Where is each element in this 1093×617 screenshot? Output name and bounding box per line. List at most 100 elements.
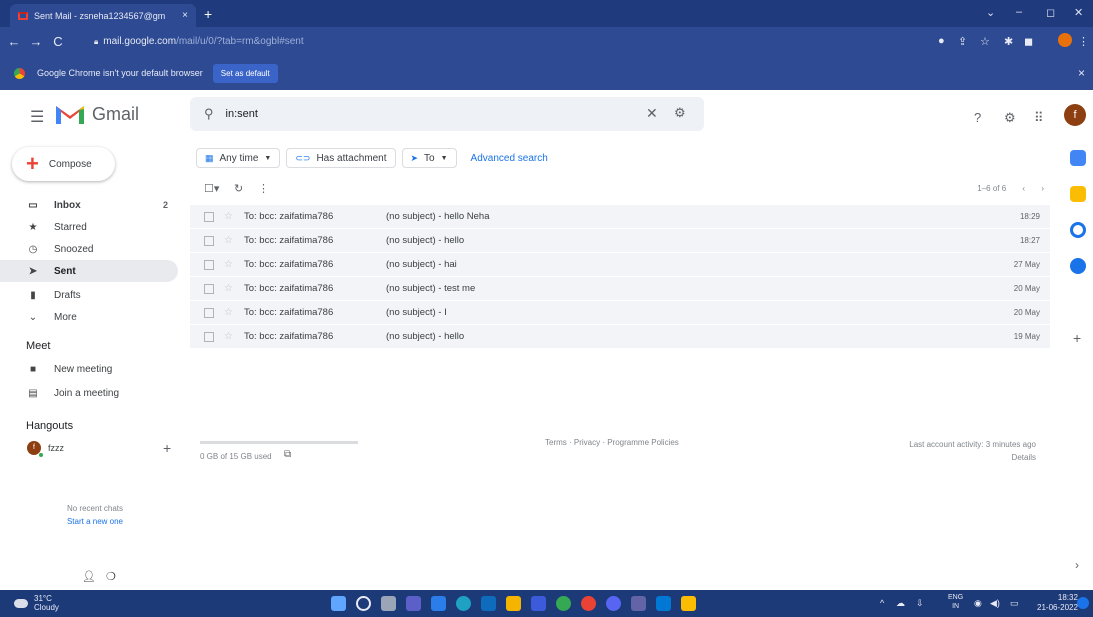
search-icon[interactable]: ⚲ <box>204 106 214 122</box>
sidebar-item-inbox[interactable]: ▭ Inbox 2 <box>0 194 178 216</box>
wifi-icon[interactable]: ◉ <box>974 598 982 609</box>
chrome-menu-icon[interactable]: ⋮ <box>1078 35 1089 48</box>
row-checkbox[interactable] <box>204 259 214 270</box>
battery-icon[interactable]: ▭ <box>1010 598 1019 609</box>
email-row[interactable]: ☆ To: bcc: zaifatima786 (no subject) - h… <box>190 325 1050 349</box>
back-button[interactable]: ← <box>6 34 22 49</box>
row-checkbox[interactable] <box>204 235 214 246</box>
start-new-chat-link[interactable]: Start a new one <box>0 517 190 526</box>
sidebar-item-starred[interactable]: ★ Starred <box>0 216 178 238</box>
settings-gear-icon[interactable]: ⚙ <box>1004 110 1016 126</box>
tab-search-icon[interactable]: ⌄ <box>986 6 995 19</box>
main-menu-icon[interactable]: ☰ <box>30 107 44 127</box>
sidebar-item-sent[interactable]: ➤ Sent <box>0 260 178 282</box>
star-toggle-icon[interactable]: ☆ <box>224 307 233 318</box>
weather-widget[interactable]: 31°C Cloudy <box>14 594 59 612</box>
account-avatar[interactable]: f <box>1064 104 1086 126</box>
minimize-button[interactable]: ‒ <box>1016 6 1022 18</box>
star-toggle-icon[interactable]: ☆ <box>224 211 233 222</box>
add-on-plus-icon[interactable]: + <box>1073 330 1081 346</box>
row-checkbox[interactable] <box>204 307 214 318</box>
edge-browser-icon[interactable] <box>456 596 471 611</box>
more-options-icon[interactable]: ⋮ <box>258 182 269 195</box>
email-row[interactable]: ☆ To: bcc: zaifatima786 (no subject) - h… <box>190 229 1050 253</box>
to-filter[interactable]: ➤ To ▼ <box>401 148 457 168</box>
start-button-icon[interactable] <box>331 596 346 611</box>
system-clock[interactable]: 18:32 21-06-2022 <box>1037 593 1078 613</box>
refresh-icon[interactable]: ↻ <box>234 182 243 195</box>
search-icon[interactable] <box>356 596 371 611</box>
task-view-icon[interactable] <box>381 596 396 611</box>
row-checkbox[interactable] <box>204 211 214 222</box>
gmail-logo-icon[interactable] <box>54 102 86 126</box>
set-as-default-button[interactable]: Set as default <box>212 63 278 83</box>
teams-icon[interactable] <box>631 596 646 611</box>
advanced-search-link[interactable]: Advanced search <box>471 153 548 164</box>
onedrive-cloud-icon[interactable]: ☁ <box>896 598 905 609</box>
photos-icon[interactable] <box>531 596 546 611</box>
email-row[interactable]: ☆ To: bcc: zaifatima786 (no subject) - h… <box>190 205 1050 229</box>
add-hangout-icon[interactable]: + <box>163 440 171 456</box>
contacts-icon[interactable]: 👤︎ <box>82 570 96 583</box>
paint-icon[interactable] <box>681 596 696 611</box>
forward-button[interactable]: → <box>28 34 44 49</box>
open-storage-icon[interactable]: ⧉ <box>284 449 291 460</box>
maximize-button[interactable]: ◻ <box>1046 6 1055 19</box>
chat-bubble-icon[interactable]: ❍ <box>106 570 116 583</box>
keep-app-icon[interactable] <box>1070 186 1086 202</box>
new-meeting-item[interactable]: ■ New meeting <box>0 358 178 380</box>
expand-panel-icon[interactable]: › <box>1075 558 1079 572</box>
star-toggle-icon[interactable]: ☆ <box>224 331 233 342</box>
row-checkbox[interactable] <box>204 331 214 342</box>
any-time-filter[interactable]: ▦ Any time ▼ <box>196 148 281 168</box>
file-explorer-icon[interactable] <box>506 596 521 611</box>
star-toggle-icon[interactable]: ☆ <box>224 259 233 270</box>
sidebar-item-more[interactable]: ⌄ More <box>0 306 178 328</box>
activity-details-link[interactable]: Details <box>909 451 1036 464</box>
profile-icon[interactable] <box>1058 33 1072 47</box>
notepad-icon[interactable] <box>656 596 671 611</box>
side-panel-icon[interactable]: ◼ <box>1024 35 1033 48</box>
search-options-icon[interactable]: ⚙︎ <box>674 105 686 121</box>
new-tab-button[interactable]: + <box>204 6 212 22</box>
star-toggle-icon[interactable]: ☆ <box>224 283 233 294</box>
footer-links[interactable]: Terms · Privacy · Programme Policies <box>545 438 679 447</box>
search-input[interactable] <box>225 108 526 120</box>
reload-button[interactable]: C <box>50 34 66 49</box>
join-meeting-item[interactable]: ▤ Join a meeting <box>0 382 178 404</box>
vscode-icon[interactable] <box>431 596 446 611</box>
contacts-app-icon[interactable] <box>1070 258 1086 274</box>
prev-page-icon[interactable]: ‹ <box>1022 184 1025 193</box>
has-attachment-filter[interactable]: ⊂⊃ Has attachment <box>286 148 396 168</box>
select-all-checkbox[interactable]: ☐▾ <box>204 182 219 195</box>
close-window-button[interactable]: ✕ <box>1074 6 1083 19</box>
usb-icon[interactable]: ⇩ <box>916 598 924 609</box>
hangout-user-name[interactable]: fzzz <box>48 443 64 453</box>
tasks-app-icon[interactable] <box>1070 222 1086 238</box>
share-icon[interactable]: ⇪ <box>958 35 967 48</box>
tab-close-icon[interactable]: × <box>182 10 188 21</box>
chrome-icon[interactable] <box>581 596 596 611</box>
infobar-close-icon[interactable]: × <box>1078 66 1085 80</box>
input-language[interactable]: ENG IN <box>948 593 963 611</box>
chrome-notification-icon[interactable] <box>556 596 571 611</box>
notification-icon[interactable] <box>1077 597 1089 609</box>
compose-button[interactable]: + Compose <box>12 147 115 181</box>
email-row[interactable]: ☆ To: bcc: zaifatima786 (no subject) - h… <box>190 253 1050 277</box>
email-row[interactable]: ☆ To: bcc: zaifatima786 (no subject) - I… <box>190 301 1050 325</box>
apps-grid-icon[interactable]: ⠿ <box>1034 110 1044 126</box>
bookmark-star-icon[interactable]: ☆ <box>980 35 990 48</box>
discord-icon[interactable] <box>606 596 621 611</box>
calendar-app-icon[interactable] <box>1070 150 1086 166</box>
url-omnibox[interactable]: 🔒︎ mail.google.com/mail/u/0/?tab=rm&ogbl… <box>86 32 946 51</box>
browser-tab-sent-mail[interactable]: Sent Mail - zsneha1234567@gm × <box>10 4 196 27</box>
next-page-icon[interactable]: › <box>1041 184 1044 193</box>
clear-search-icon[interactable]: ✕ <box>646 105 658 122</box>
help-icon[interactable]: ? <box>974 110 981 125</box>
tray-chevron-icon[interactable]: ^ <box>880 598 884 608</box>
row-checkbox[interactable] <box>204 283 214 294</box>
teams-chat-icon[interactable] <box>406 596 421 611</box>
extensions-puzzle-icon[interactable]: ✱ <box>1004 35 1013 48</box>
email-row[interactable]: ☆ To: bcc: zaifatima786 (no subject) - t… <box>190 277 1050 301</box>
star-toggle-icon[interactable]: ☆ <box>224 235 233 246</box>
